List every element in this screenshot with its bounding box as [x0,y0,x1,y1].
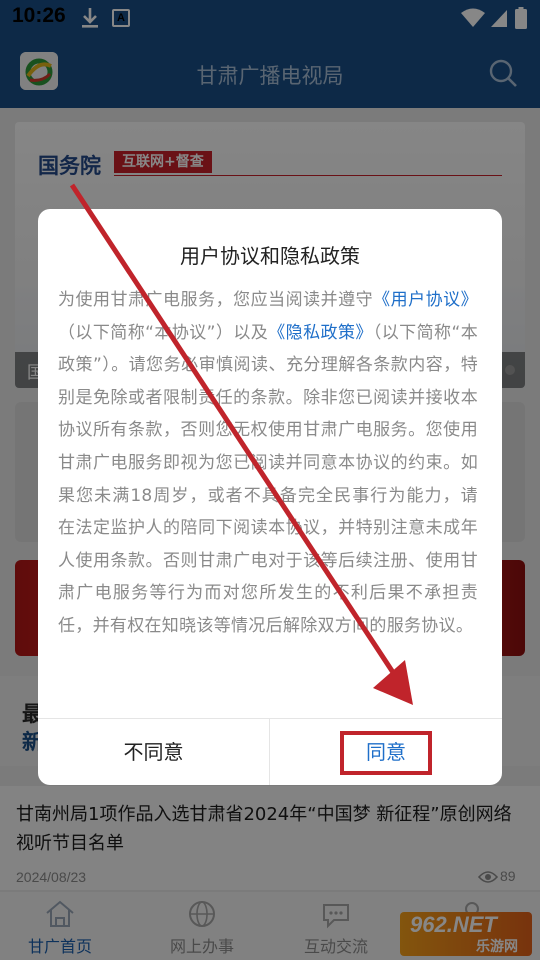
dialog-body-text: （以下简称“本政策”）。请您务必审慎阅读、充分理解各条款内容，特别是免除或者限制… [58,322,478,636]
user-agreement-link[interactable]: 《用户协议》 [373,290,478,310]
agree-highlight-box [340,731,432,775]
dialog-body-text: （以下简称“本协议”）以及 [58,322,269,343]
dialog-title: 用户协议和隐私政策 [180,244,360,268]
dialog-body: 为使用甘肃广电服务，您应当阅读并遵守《用户协议》 （以下简称“本协议”）以及《隐私… [58,284,478,643]
dialog-body-text: 为使用甘肃广电服务，您应当阅读并遵守 [58,290,374,310]
privacy-policy-link[interactable]: 《隐私政策》 [268,323,373,343]
disagree-button[interactable]: 不同意 [38,719,269,785]
